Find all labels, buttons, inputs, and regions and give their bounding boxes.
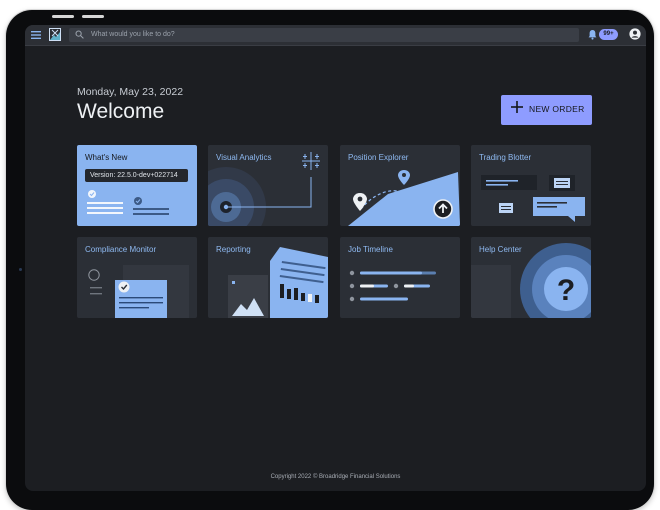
tile-title: Help Center [479, 245, 522, 254]
menu-icon[interactable] [31, 30, 41, 40]
tile-title: Reporting [216, 245, 251, 254]
tile-title: Position Explorer [348, 153, 409, 162]
app-logo-icon[interactable] [49, 28, 61, 41]
app-screen: What would you like to do? 99+ Monday, M… [25, 25, 646, 491]
top-bar: What would you like to do? 99+ [25, 25, 646, 46]
copyright-text: Copyright 2022 © Broadridge Financial So… [270, 474, 401, 480]
plus-icon [511, 101, 523, 113]
page-title: Welcome [77, 100, 165, 123]
version-badge: Version: 22.5.0-dev+022714 [85, 169, 188, 182]
tile-visual-analytics[interactable]: Visual Analytics [208, 145, 328, 226]
tile-title: Compliance Monitor [85, 245, 157, 254]
notification-count-badge: 99+ [599, 29, 618, 40]
tile-reporting[interactable]: Reporting [208, 237, 328, 318]
search-bar[interactable]: What would you like to do? [69, 28, 579, 42]
tile-trading-blotter[interactable]: Trading Blotter [471, 145, 591, 226]
account-icon[interactable] [629, 28, 641, 40]
tile-title: What's New [85, 153, 128, 162]
tile-title: Visual Analytics [216, 153, 272, 162]
current-date: Monday, May 23, 2022 [77, 86, 184, 98]
tile-title: Trading Blotter [479, 153, 532, 162]
device-button [82, 15, 104, 18]
search-input[interactable]: What would you like to do? [91, 29, 175, 41]
new-order-label: NEW ORDER [529, 104, 585, 114]
tile-help-center[interactable]: ? Help Center [471, 237, 591, 318]
new-order-button[interactable]: NEW ORDER [501, 95, 592, 125]
tile-title: Job Timeline [348, 245, 393, 254]
bell-icon [588, 30, 597, 40]
tile-whats-new[interactable]: What's New Version: 22.5.0-dev+022714 [77, 145, 197, 226]
device-button [52, 15, 74, 18]
camera [19, 268, 22, 271]
svg-text:?: ? [557, 274, 575, 307]
tile-position-explorer[interactable]: Position Explorer [340, 145, 460, 226]
search-icon [75, 30, 84, 39]
tile-compliance-monitor[interactable]: Compliance Monitor [77, 237, 197, 318]
tile-job-timeline[interactable]: Job Timeline [340, 237, 460, 318]
notifications-button[interactable]: 99+ [588, 28, 618, 41]
